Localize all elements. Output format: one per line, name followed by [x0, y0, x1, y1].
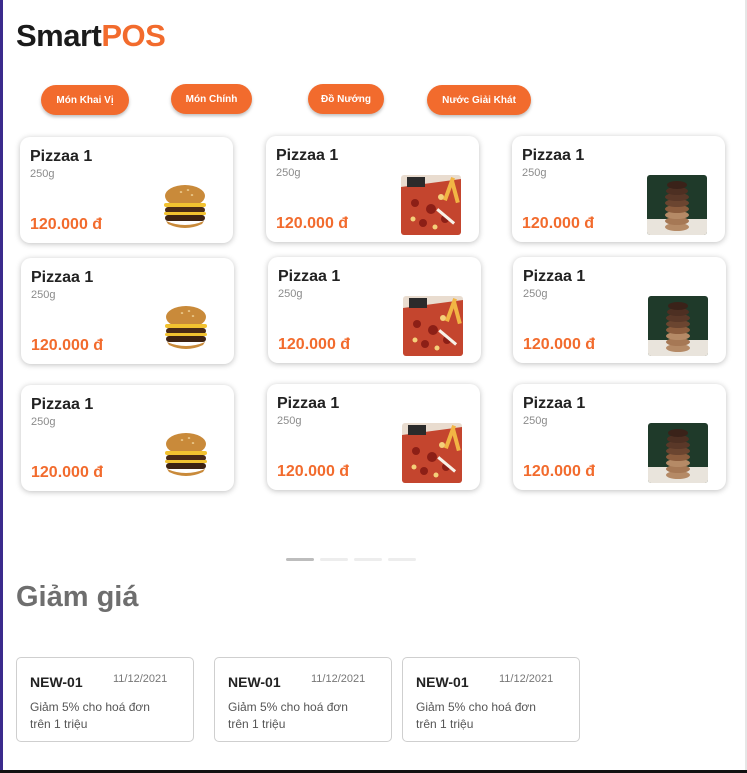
category-tab-main-course[interactable]: Món Chính	[171, 84, 252, 114]
discount-card[interactable]: NEW-01 11/12/2021 Giảm 5% cho hoá đơn tr…	[214, 657, 392, 742]
category-tab-grill[interactable]: Đồ Nướng	[308, 84, 384, 114]
product-price: 120.000 đ	[522, 215, 595, 232]
product-weight: 250g	[522, 167, 547, 179]
logo-text-smart: Smart	[16, 18, 102, 53]
product-name: Pizzaa 1	[277, 395, 340, 412]
product-name: Pizzaa 1	[30, 148, 93, 165]
category-tab-drinks[interactable]: Nước Giải Khát	[427, 85, 531, 115]
discount-description: Giảm 5% cho hoá đơn trên 1 triệu	[228, 700, 348, 731]
product-weight: 250g	[30, 168, 55, 180]
product-name: Pizzaa 1	[31, 269, 94, 286]
product-name: Pizzaa 1	[276, 147, 339, 164]
discount-description: Giảm 5% cho hoá đơn trên 1 triệu	[30, 700, 150, 731]
product-name: Pizzaa 1	[278, 268, 341, 285]
product-name: Pizzaa 1	[522, 147, 585, 164]
product-price: 120.000 đ	[523, 336, 596, 353]
product-weight: 250g	[31, 416, 56, 428]
discount-section-title: Giảm giá	[16, 581, 139, 613]
pagination-dot[interactable]	[388, 558, 416, 561]
product-name: Pizzaa 1	[523, 395, 586, 412]
product-price: 120.000 đ	[278, 336, 351, 353]
product-name: Pizzaa 1	[523, 268, 586, 285]
discount-date: 11/12/2021	[499, 673, 554, 685]
discount-card[interactable]: NEW-01 11/12/2021 Giảm 5% cho hoá đơn tr…	[16, 657, 194, 742]
product-card[interactable]: Pizzaa 1 250g 120.000 đ	[20, 137, 233, 243]
discount-card[interactable]: NEW-01 11/12/2021 Giảm 5% cho hoá đơn tr…	[402, 657, 580, 742]
discount-description: Giảm 5% cho hoá đơn trên 1 triệu	[416, 700, 536, 731]
product-price: 120.000 đ	[31, 337, 104, 354]
product-price: 120.000 đ	[30, 216, 103, 233]
discount-code: NEW-01	[30, 674, 83, 690]
pizza-image	[403, 296, 463, 356]
cookies-image	[647, 175, 707, 235]
pizza-image	[402, 423, 462, 483]
product-card[interactable]: Pizzaa 1 250g 120.000 đ	[512, 136, 725, 242]
logo-text-pos: POS	[101, 18, 166, 53]
product-weight: 250g	[276, 167, 301, 179]
product-name: Pizzaa 1	[31, 396, 94, 413]
burger-image	[156, 297, 216, 357]
product-weight: 250g	[523, 288, 548, 300]
category-tab-appetizer[interactable]: Món Khai Vị	[41, 85, 129, 115]
burger-image	[156, 424, 216, 484]
product-price: 120.000 đ	[31, 464, 104, 481]
product-weight: 250g	[277, 415, 302, 427]
discount-date: 11/12/2021	[113, 673, 168, 685]
product-card[interactable]: Pizzaa 1 250g 120.000 đ	[21, 385, 234, 491]
cookies-image	[648, 296, 708, 356]
pagination-dot[interactable]	[354, 558, 382, 561]
discount-date: 11/12/2021	[311, 673, 366, 685]
discount-code: NEW-01	[228, 674, 281, 690]
pagination-dot[interactable]	[286, 558, 314, 561]
product-price: 120.000 đ	[277, 463, 350, 480]
product-card[interactable]: Pizzaa 1 250g 120.000 đ	[266, 136, 479, 242]
product-card[interactable]: Pizzaa 1 250g 120.000 đ	[513, 257, 726, 363]
product-weight: 250g	[278, 288, 303, 300]
pagination-dots	[286, 558, 416, 561]
product-weight: 250g	[523, 415, 548, 427]
product-card[interactable]: Pizzaa 1 250g 120.000 đ	[268, 257, 481, 363]
product-card[interactable]: Pizzaa 1 250g 120.000 đ	[267, 384, 480, 490]
window-left-border	[0, 0, 3, 773]
product-price: 120.000 đ	[523, 463, 596, 480]
product-card[interactable]: Pizzaa 1 250g 120.000 đ	[513, 384, 726, 490]
app-logo: SmartPOS	[16, 18, 166, 54]
product-weight: 250g	[31, 289, 56, 301]
pagination-dot[interactable]	[320, 558, 348, 561]
product-price: 120.000 đ	[276, 215, 349, 232]
discount-code: NEW-01	[416, 674, 469, 690]
burger-image	[155, 176, 215, 236]
pizza-image	[401, 175, 461, 235]
cookies-image	[648, 423, 708, 483]
product-card[interactable]: Pizzaa 1 250g 120.000 đ	[21, 258, 234, 364]
